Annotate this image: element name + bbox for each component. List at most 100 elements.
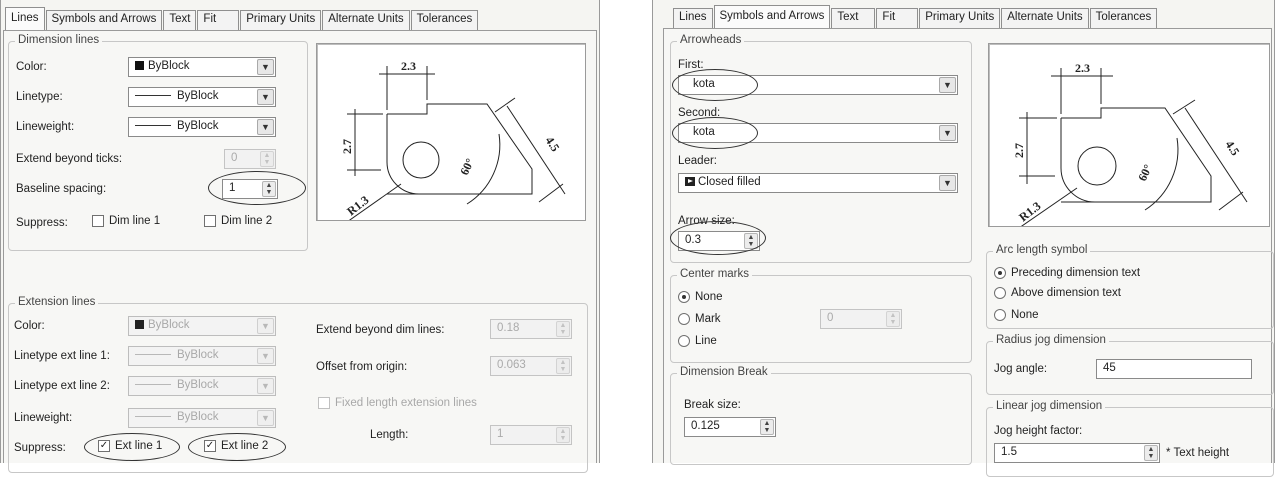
line-sample-icon <box>135 416 171 418</box>
ext-lineweight-label: Lineweight: <box>14 412 73 424</box>
preview-drawing: 2.3 2.7 4.5 60° R1.3 <box>1012 61 1248 229</box>
preview-angle: 60° <box>1135 162 1155 183</box>
text-height-label: * Text height <box>1166 447 1230 459</box>
fixed-length-checkbox[interactable]: Fixed length extension lines <box>318 397 477 409</box>
color-label: Color: <box>16 61 47 73</box>
linetype-ext1-select[interactable]: ByBlock ▼ <box>128 346 276 366</box>
tab-text[interactable]: Text <box>831 8 876 28</box>
tab-fit[interactable]: Fit <box>876 8 919 28</box>
center-none-radio[interactable]: None <box>678 291 723 303</box>
spinner-arrows-icon[interactable]: ▲ ▼ <box>556 427 570 443</box>
chevron-down-icon[interactable]: ▼ <box>257 348 274 364</box>
center-mark-radio[interactable]: Mark <box>678 313 721 325</box>
chevron-down-icon[interactable]: ▼ <box>939 125 956 141</box>
chevron-down-icon[interactable]: ▼ <box>257 119 274 135</box>
chevron-down-icon[interactable]: ▼ <box>257 89 274 105</box>
group-legend: Linear jog dimension <box>993 400 1106 412</box>
chevron-down-icon[interactable]: ▼ <box>939 77 956 93</box>
extend-ticks-spinner[interactable]: 0 ▲ ▼ <box>224 149 276 169</box>
group-legend: Radius jog dimension <box>993 334 1109 346</box>
preview-dim-v: 2.7 <box>1012 143 1026 158</box>
dimension-preview: 2.3 2.7 4.5 60° R1.3 <box>316 43 586 223</box>
tab-fit[interactable]: Fit <box>197 10 240 30</box>
dim-line-2-checkbox[interactable]: Dim line 2 <box>204 215 272 227</box>
arrow-size-spinner[interactable]: 0.3 ▲ ▼ <box>678 231 760 251</box>
offset-origin-label: Offset from origin: <box>316 361 408 373</box>
spinner-arrows-icon[interactable]: ▲ ▼ <box>556 358 570 374</box>
extend-dim-spinner[interactable]: 0.18 ▲ ▼ <box>490 319 572 339</box>
preview-angle: 60° <box>457 156 477 177</box>
tab-strip: Lines Symbols and Arrows Text Fit Primar… <box>5 7 479 30</box>
ext-line-1-checkbox[interactable]: ✓ Ext line 1 <box>98 440 162 452</box>
offset-origin-spinner[interactable]: 0.063 ▲ ▼ <box>490 356 572 376</box>
tab-strip: Lines Symbols and Arrows Text Fit Primar… <box>673 5 1158 28</box>
left-dialog-panel: Lines Symbols and Arrows Text Fit Primar… <box>0 0 600 473</box>
chevron-down-icon[interactable]: ▼ <box>257 59 274 75</box>
chevron-down-icon[interactable]: ▼ <box>257 378 274 394</box>
tab-tolerances[interactable]: Tolerances <box>410 10 479 30</box>
chevron-down-icon[interactable]: ▼ <box>257 318 274 334</box>
arrow-size-label: Arrow size: <box>678 215 735 227</box>
spinner-arrows-icon[interactable]: ▲ ▼ <box>1144 445 1158 461</box>
spinner-arrows-icon[interactable]: ▲ ▼ <box>744 233 758 249</box>
leader-label: Leader: <box>678 155 718 167</box>
tab-tolerances[interactable]: Tolerances <box>1089 8 1158 28</box>
length-label: Length: <box>370 429 409 441</box>
tab-primary-units[interactable]: Primary Units <box>919 8 1001 28</box>
spinner-arrows-icon[interactable]: ▲ ▼ <box>760 419 774 435</box>
line-sample-icon <box>135 384 171 386</box>
linetype-ext2-select[interactable]: ByBlock ▼ <box>128 376 276 396</box>
break-size-spinner[interactable]: 0.125 ▲ ▼ <box>684 417 776 437</box>
tab-page-symbols-arrows: Arrowheads First: kota ▼ Second: kota ▼ … <box>663 28 1274 477</box>
dim-lineweight-select[interactable]: ByBlock ▼ <box>128 117 276 137</box>
ext-lineweight-select[interactable]: ByBlock ▼ <box>128 408 276 428</box>
spinner-arrows-icon[interactable]: ▲ ▼ <box>886 311 900 327</box>
first-arrow-select[interactable]: kota ▼ <box>678 75 958 95</box>
tab-alternate-units[interactable]: Alternate Units <box>1001 8 1089 28</box>
spinner-arrows-icon[interactable]: ▲ ▼ <box>556 321 570 337</box>
lineweight-label: Lineweight: <box>16 121 75 133</box>
tab-symbols-arrows[interactable]: Symbols and Arrows <box>713 5 831 28</box>
color-swatch-icon <box>135 61 144 70</box>
arc-none-radio[interactable]: None <box>994 309 1039 321</box>
center-mark-size-spinner[interactable]: 0 ▲ ▼ <box>820 309 902 329</box>
second-arrow-select[interactable]: kota ▼ <box>678 123 958 143</box>
dim-color-select[interactable]: ByBlock ▼ <box>128 57 276 77</box>
ext-color-select[interactable]: ByBlock ▼ <box>128 316 276 336</box>
center-line-radio[interactable]: Line <box>678 335 717 347</box>
jog-height-label: Jog height factor: <box>994 425 1083 437</box>
length-spinner[interactable]: 1 ▲ ▼ <box>490 425 572 445</box>
preview-drawing: 2.3 2.7 4.5 60° R1.3 <box>340 59 566 223</box>
tab-symbols-arrows[interactable]: Symbols and Arrows <box>45 10 163 30</box>
extend-dim-label: Extend beyond dim lines: <box>316 324 445 336</box>
right-dialog-panel: Lines Symbols and Arrows Text Fit Primar… <box>652 0 1275 477</box>
color-swatch-icon <box>135 320 144 329</box>
arc-preceding-radio[interactable]: Preceding dimension text <box>994 267 1140 279</box>
baseline-spacing-spinner[interactable]: 1 ▲ ▼ <box>222 179 278 199</box>
line-sample-icon <box>135 125 171 127</box>
dim-line-1-checkbox[interactable]: Dim line 1 <box>92 215 160 227</box>
preview-dim-diag: 4.5 <box>1223 138 1243 158</box>
preview-dim-diag: 4.5 <box>543 134 563 154</box>
arc-above-radio[interactable]: Above dimension text <box>994 287 1121 299</box>
spinner-arrows-icon[interactable]: ▲ ▼ <box>260 151 274 167</box>
leader-arrow-select[interactable]: Closed filled ▼ <box>678 173 958 193</box>
tab-alternate-units[interactable]: Alternate Units <box>322 10 410 30</box>
tab-lines[interactable]: Lines <box>673 8 713 28</box>
spinner-arrows-icon[interactable]: ▲ ▼ <box>262 181 276 197</box>
tab-lines[interactable]: Lines <box>5 7 45 30</box>
tab-page-lines: Dimension lines Color: ByBlock ▼ Linetyp… <box>3 30 597 473</box>
line-sample-icon <box>135 354 171 356</box>
first-label: First: <box>678 59 704 71</box>
dim-linetype-select[interactable]: ByBlock ▼ <box>128 87 276 107</box>
jog-height-spinner[interactable]: 1.5 ▲ ▼ <box>994 443 1160 463</box>
ext-line-2-checkbox[interactable]: ✓ Ext line 2 <box>204 440 268 452</box>
jog-angle-input[interactable]: 45 <box>1096 359 1252 379</box>
tab-text[interactable]: Text <box>163 10 197 30</box>
ext-suppress-label: Suppress: <box>14 442 66 454</box>
group-legend: Dimension Break <box>677 366 771 378</box>
chevron-down-icon[interactable]: ▼ <box>257 410 274 426</box>
tab-primary-units[interactable]: Primary Units <box>240 10 322 30</box>
linetype-label: Linetype: <box>16 91 63 103</box>
chevron-down-icon[interactable]: ▼ <box>939 175 956 191</box>
